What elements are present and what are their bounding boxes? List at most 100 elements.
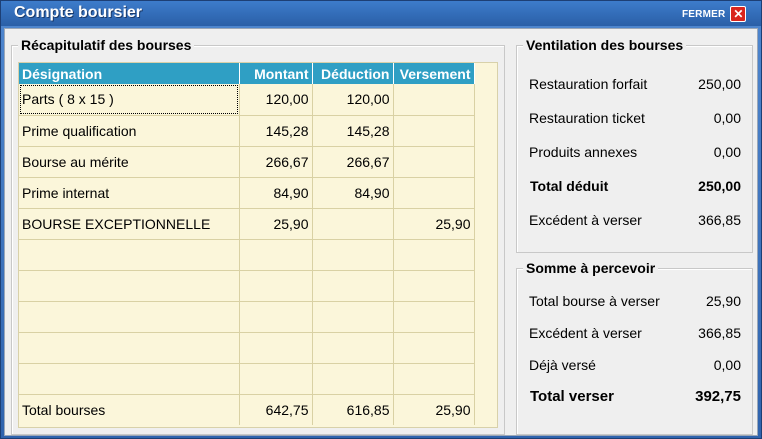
cell-montant[interactable]: 120,00 bbox=[239, 84, 313, 116]
cell-versement[interactable] bbox=[393, 270, 475, 302]
cell-montant[interactable]: 266,67 bbox=[239, 146, 313, 178]
deja-verse-label: Déjà versé bbox=[529, 357, 596, 373]
restauration-ticket-value: 0,00 bbox=[713, 110, 741, 126]
cell-versement[interactable] bbox=[393, 301, 475, 333]
cell-designation[interactable] bbox=[19, 239, 240, 271]
cell-deduction[interactable]: 145,28 bbox=[312, 115, 394, 147]
total-label: Total bourses bbox=[19, 394, 240, 425]
table-row[interactable]: BOURSE EXCEPTIONNELLE 25,90 25,90 bbox=[19, 208, 475, 240]
ventilation-legend: Ventilation des bourses bbox=[523, 37, 687, 53]
somme-excedent-label: Excédent à verser bbox=[529, 325, 642, 341]
table-row[interactable] bbox=[19, 332, 475, 364]
total-verser-label: Total verser bbox=[530, 388, 614, 405]
cell-deduction[interactable]: 84,90 bbox=[312, 177, 394, 209]
restauration-forfait-row: Restauration forfait 250,00 bbox=[529, 76, 741, 92]
cell-designation[interactable]: Parts ( 8 x 15 ) bbox=[19, 84, 240, 116]
cell-deduction[interactable]: 266,67 bbox=[312, 146, 394, 178]
table-row[interactable]: Bourse au mérite 266,67 266,67 bbox=[19, 146, 475, 178]
cell-versement[interactable] bbox=[393, 332, 475, 364]
table-row[interactable] bbox=[19, 301, 475, 333]
cell-versement[interactable] bbox=[393, 146, 475, 178]
cell-versement[interactable] bbox=[393, 115, 475, 147]
cell-versement[interactable] bbox=[393, 177, 475, 209]
total-deduit-value: 250,00 bbox=[698, 178, 741, 194]
total-deduction: 616,85 bbox=[312, 394, 394, 425]
produits-annexes-label: Produits annexes bbox=[529, 144, 638, 160]
cell-montant[interactable]: 84,90 bbox=[239, 177, 313, 209]
produits-annexes-value: 0,00 bbox=[713, 144, 741, 160]
window-title: Compte boursier bbox=[14, 4, 143, 21]
total-bourse-row: Total bourse à verser 25,90 bbox=[529, 293, 741, 309]
somme-excedent-value: 366,85 bbox=[698, 325, 741, 341]
column-header-deduction[interactable]: Déduction bbox=[312, 63, 394, 84]
table-row[interactable] bbox=[19, 270, 475, 302]
cell-designation[interactable] bbox=[19, 332, 240, 364]
recap-group: Récapitulatif des bourses Désignation Mo… bbox=[11, 37, 505, 435]
cell-versement[interactable]: 25,90 bbox=[393, 208, 475, 240]
table-row[interactable]: Parts ( 8 x 15 ) 120,00 120,00 bbox=[19, 84, 475, 116]
recap-legend: Récapitulatif des bourses bbox=[18, 37, 195, 53]
restauration-forfait-label: Restauration forfait bbox=[529, 76, 648, 92]
column-header-designation[interactable]: Désignation bbox=[19, 63, 240, 84]
cell-deduction[interactable] bbox=[312, 208, 394, 240]
total-deduit-row: Total déduit 250,00 bbox=[529, 178, 741, 194]
cell-montant[interactable] bbox=[239, 363, 313, 395]
close-icon[interactable]: ✕ bbox=[730, 6, 747, 22]
ventilation-group: Ventilation des bourses Restauration for… bbox=[516, 37, 753, 253]
somme-group: Somme à percevoir Total bourse à verser … bbox=[516, 260, 753, 435]
cell-designation[interactable] bbox=[19, 270, 240, 302]
cell-designation[interactable]: Prime qualification bbox=[19, 115, 240, 147]
table-row[interactable] bbox=[19, 239, 475, 271]
column-header-versement[interactable]: Versement bbox=[393, 63, 475, 84]
total-bourse-label: Total bourse à verser bbox=[529, 293, 660, 309]
cell-montant[interactable] bbox=[239, 301, 313, 333]
cell-designation[interactable]: BOURSE EXCEPTIONNELLE bbox=[19, 208, 240, 240]
cell-montant[interactable]: 25,90 bbox=[239, 208, 313, 240]
restauration-ticket-label: Restauration ticket bbox=[529, 110, 645, 126]
restauration-ticket-row: Restauration ticket 0,00 bbox=[529, 110, 741, 126]
excedent-label: Excédent à verser bbox=[529, 212, 642, 228]
cell-deduction[interactable] bbox=[312, 239, 394, 271]
column-header-montant[interactable]: Montant bbox=[239, 63, 313, 84]
cell-deduction[interactable] bbox=[312, 332, 394, 364]
total-verser-value: 392,75 bbox=[695, 388, 741, 405]
deja-verse-row: Déjà versé 0,00 bbox=[529, 357, 741, 373]
total-deduit-label: Total déduit bbox=[530, 178, 609, 194]
table-row[interactable] bbox=[19, 363, 475, 395]
cell-designation[interactable]: Bourse au mérite bbox=[19, 146, 240, 178]
excedent-value: 366,85 bbox=[698, 212, 741, 228]
compte-boursier-window: Compte boursier FERMER ✕ Récapitulatif d… bbox=[0, 0, 762, 439]
total-bourse-value: 25,90 bbox=[705, 293, 741, 309]
cell-versement[interactable] bbox=[393, 84, 475, 116]
total-versement: 25,90 bbox=[393, 394, 475, 425]
cell-designation[interactable] bbox=[19, 363, 240, 395]
close-button[interactable]: FERMER ✕ bbox=[682, 5, 752, 23]
cell-versement[interactable] bbox=[393, 363, 475, 395]
deja-verse-value: 0,00 bbox=[713, 357, 741, 373]
cell-montant[interactable] bbox=[239, 270, 313, 302]
excedent-row: Excédent à verser 366,85 bbox=[529, 212, 741, 228]
total-montant: 642,75 bbox=[239, 394, 313, 425]
somme-excedent-row: Excédent à verser 366,85 bbox=[529, 325, 741, 341]
cell-designation[interactable]: Prime internat bbox=[19, 177, 240, 209]
cell-deduction[interactable] bbox=[312, 301, 394, 333]
grid-header-row: Désignation Montant Déduction Versement bbox=[19, 63, 475, 84]
cell-designation[interactable] bbox=[19, 301, 240, 333]
cell-deduction[interactable] bbox=[312, 363, 394, 395]
somme-legend: Somme à percevoir bbox=[523, 260, 659, 276]
cell-montant[interactable]: 145,28 bbox=[239, 115, 313, 147]
cell-montant[interactable] bbox=[239, 239, 313, 271]
recap-grid[interactable]: Désignation Montant Déduction Versement … bbox=[18, 62, 498, 428]
cell-versement[interactable] bbox=[393, 239, 475, 271]
cell-montant[interactable] bbox=[239, 332, 313, 364]
table-row[interactable]: Prime internat 84,90 84,90 bbox=[19, 177, 475, 209]
cell-deduction[interactable] bbox=[312, 270, 394, 302]
restauration-forfait-value: 250,00 bbox=[698, 76, 741, 92]
title-bar[interactable]: Compte boursier FERMER ✕ bbox=[1, 1, 761, 26]
window-content: Récapitulatif des bourses Désignation Mo… bbox=[4, 28, 758, 436]
total-verser-row: Total verser 392,75 bbox=[529, 388, 741, 405]
produits-annexes-row: Produits annexes 0,00 bbox=[529, 144, 741, 160]
cell-deduction[interactable]: 120,00 bbox=[312, 84, 394, 116]
close-button-label: FERMER bbox=[682, 8, 726, 20]
table-row[interactable]: Prime qualification 145,28 145,28 bbox=[19, 115, 475, 147]
